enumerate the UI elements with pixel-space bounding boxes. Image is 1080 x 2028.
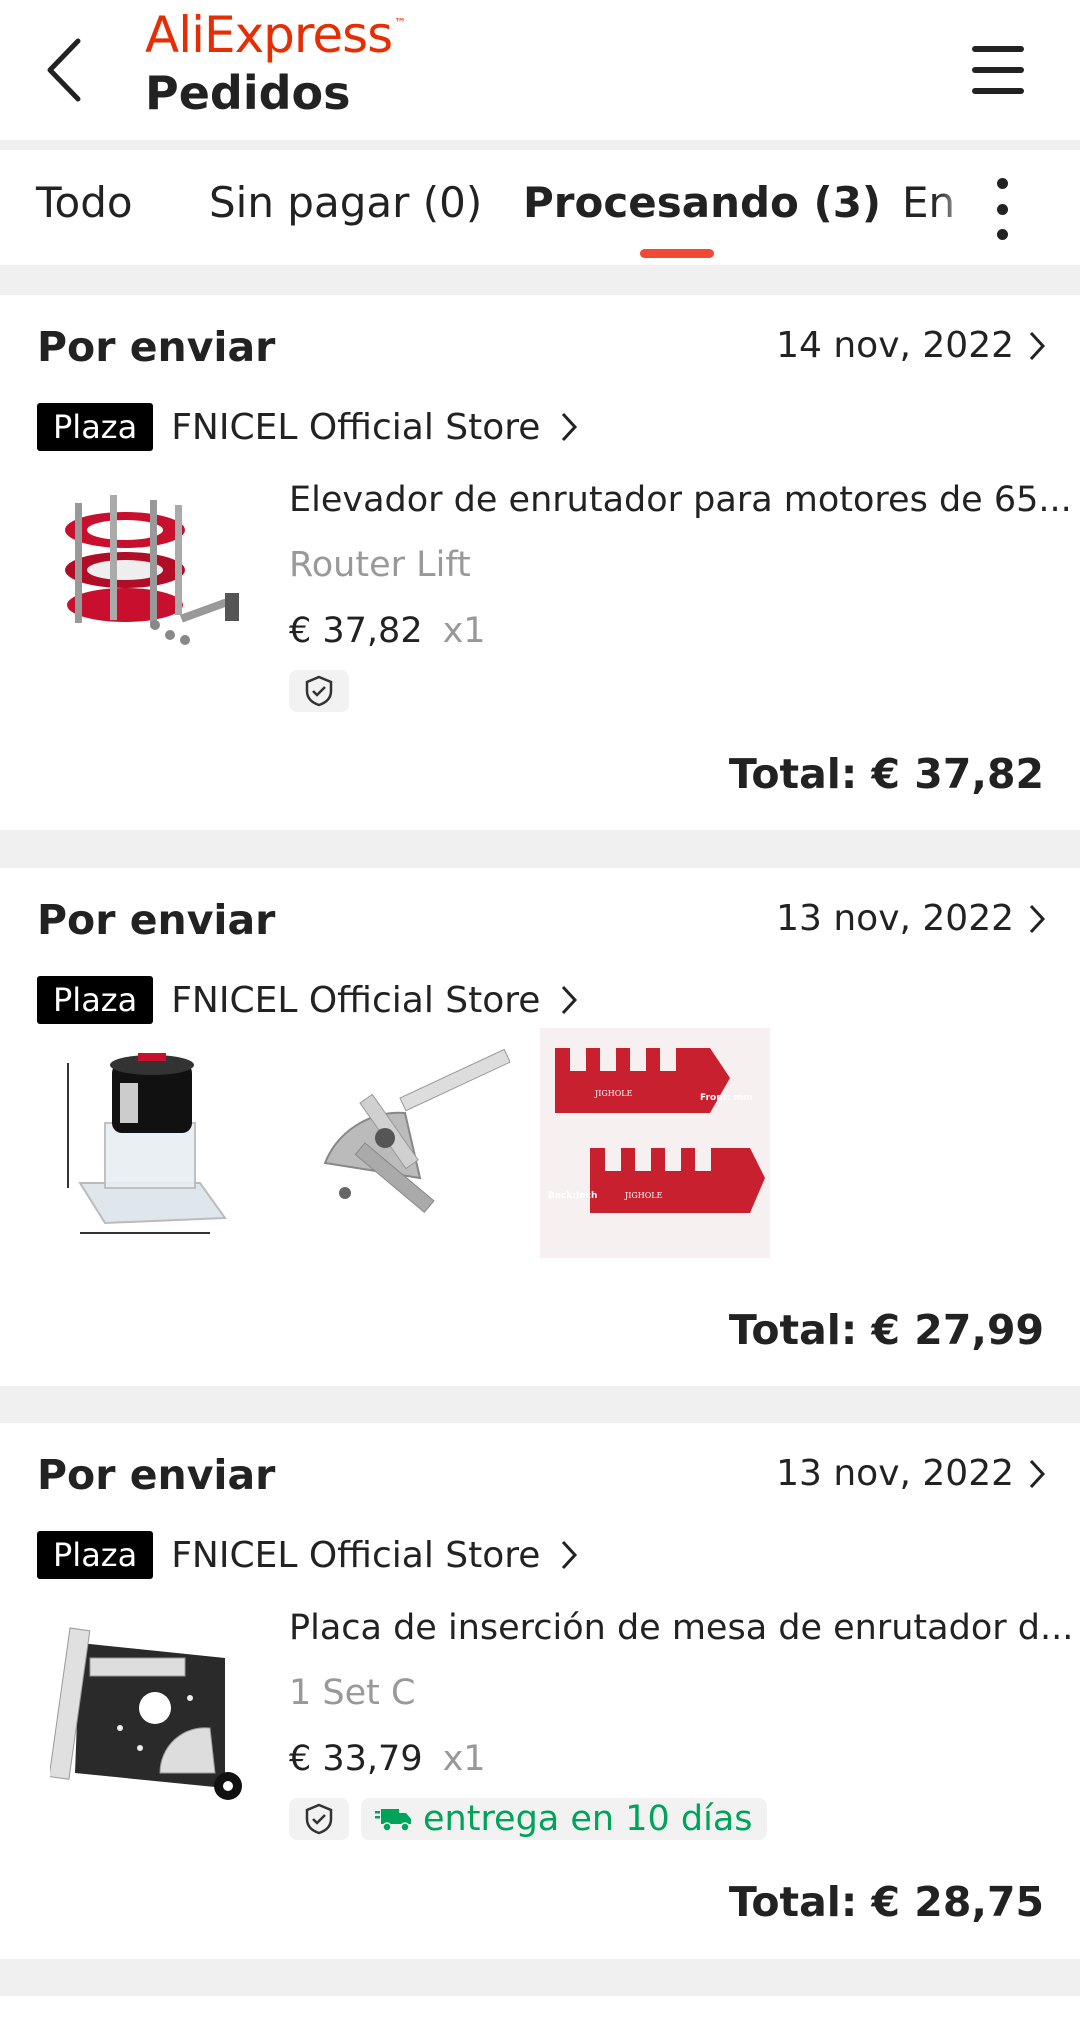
active-tab-indicator [640,249,714,258]
order-status: Por enviar [37,1451,276,1499]
tab-sin-pagar[interactable]: Sin pagar (0) [209,178,482,227]
order-status: Por enviar [37,323,276,371]
store-name: FNICEL Official Store [171,979,541,1021]
chevron-left-icon [47,38,81,102]
store-link[interactable]: Plaza FNICEL Official Store [37,1531,578,1579]
order-date-text: 13 nov, 2022 [776,898,1014,939]
shield-check-icon [305,1803,333,1835]
product-image-trim-router[interactable] [50,1043,250,1243]
order-date[interactable]: 14 nov, 2022 [776,325,1046,366]
chevron-right-icon [562,412,578,442]
product-image-router-table-plate[interactable] [50,1603,250,1803]
item-tags: entrega en 10 días [289,1798,767,1840]
more-tabs-icon[interactable] [984,174,1020,244]
chevron-right-icon [1029,904,1046,933]
order-total: Total: € 37,82 [728,750,1044,798]
product-image-jighole-template[interactable]: JIGHOLE Front: mm Back:Inch JIGHOLE [540,1028,770,1258]
product-image-router-lift[interactable] [50,475,250,675]
item-quantity: x1 [442,1739,486,1779]
plaza-badge: Plaza [37,976,154,1024]
item-title[interactable]: Placa de inserción de mesa de enrutador … [289,1608,1073,1648]
svg-text:Front: mm: Front: mm [700,1093,752,1103]
product-image-miter-gauge[interactable] [310,1043,510,1243]
item-title[interactable]: Elevador de enrutador para motores de 65… [289,480,1072,520]
svg-text:JIGHOLE: JIGHOLE [624,1191,663,1200]
item-price: € 33,79 [289,1739,423,1779]
order-card[interactable]: Por enviar 14 nov, 2022 Plaza FNICEL Off… [0,295,1080,830]
store-name: FNICEL Official Store [171,1534,541,1576]
item-price-row: € 33,79 x1 [289,1739,486,1779]
chevron-right-icon [1029,1459,1046,1488]
item-price: € 37,82 [289,611,423,651]
back-button[interactable] [44,30,104,110]
order-date-text: 14 nov, 2022 [776,325,1014,366]
order-card[interactable]: Por enviar 13 nov, 2022 Plaza FNICEL Off… [0,1423,1080,1959]
shield-check-icon [305,675,333,707]
tab-en[interactable]: En [902,178,955,227]
chevron-right-icon [562,985,578,1015]
tab-procesando[interactable]: Procesando (3) [523,178,881,227]
store-name: FNICEL Official Store [171,406,541,448]
order-card[interactable]: Por enviar 13 nov, 2022 Plaza FNICEL Off… [0,868,1080,1386]
delivery-estimate-text: entrega en 10 días [423,1799,753,1839]
item-quantity: x1 [442,611,486,651]
order-total: Total: € 28,75 [728,1878,1044,1926]
store-link[interactable]: Plaza FNICEL Official Store [37,403,578,451]
order-date-text: 13 nov, 2022 [776,1453,1014,1494]
order-status: Por enviar [37,896,276,944]
svg-text:JIGHOLE: JIGHOLE [594,1089,633,1098]
chevron-right-icon [1029,331,1046,360]
item-variant: Router Lift [289,545,471,585]
order-total: Total: € 27,99 [728,1306,1044,1354]
order-tabs: Todo Sin pagar (0) Procesando (3) En [0,150,1080,265]
plaza-badge: Plaza [37,1531,154,1579]
buyer-protection-tag[interactable] [289,1798,349,1840]
app-header: AliExpress ™ Pedidos [0,0,1080,140]
item-tags [289,670,349,712]
tab-todo[interactable]: Todo [36,178,133,227]
order-card-partial [0,1996,1080,2028]
plaza-badge: Plaza [37,403,154,451]
item-variant: 1 Set C [289,1673,416,1713]
chevron-right-icon [562,1540,578,1570]
order-date[interactable]: 13 nov, 2022 [776,898,1046,939]
order-date[interactable]: 13 nov, 2022 [776,1453,1046,1494]
svg-text:Back:Inch: Back:Inch [548,1191,597,1201]
aliexpress-logo: AliExpress ™ [145,6,406,64]
page-title: Pedidos [145,66,351,120]
item-price-row: € 37,82 x1 [289,611,486,651]
buyer-protection-tag[interactable] [289,670,349,712]
delivery-estimate-tag[interactable]: entrega en 10 días [361,1798,767,1840]
hamburger-menu-icon[interactable] [970,42,1026,98]
store-link[interactable]: Plaza FNICEL Official Store [37,976,578,1024]
delivery-truck-icon [375,1809,411,1832]
